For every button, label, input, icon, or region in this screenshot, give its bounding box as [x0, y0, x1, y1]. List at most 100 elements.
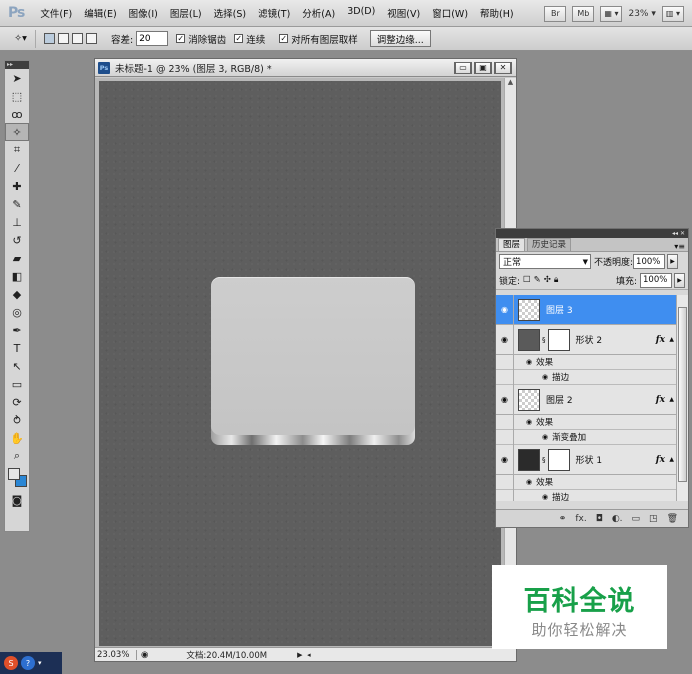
panel-menu-icon[interactable]: ▾≡	[674, 242, 688, 251]
hand-tool-icon[interactable]: ✋	[5, 429, 29, 447]
dodge-tool-icon[interactable]: ◎	[5, 303, 29, 321]
menu-image[interactable]: 图像(I)	[123, 6, 164, 20]
lock-transparency-icon[interactable]: ☐	[523, 275, 531, 285]
intersect-selection-icon[interactable]	[86, 33, 97, 44]
delete-layer-icon[interactable]: 🗑︎	[667, 514, 678, 524]
fill-input[interactable]: 100%	[640, 272, 672, 288]
effect-gradient-overlay-row[interactable]: ◉ 渐变叠加	[496, 429, 677, 445]
healing-brush-tool-icon[interactable]: ✚	[5, 177, 29, 195]
expand-effects-icon[interactable]: ▲	[669, 456, 674, 463]
status-info-icon[interactable]: ◉	[141, 650, 148, 660]
eye-icon[interactable]: ◉	[496, 324, 514, 355]
fill-slider-icon[interactable]: ▶	[674, 272, 685, 288]
effect-eye-cell[interactable]	[496, 414, 514, 430]
type-tool-icon[interactable]: T	[5, 339, 29, 357]
effect-stroke-row[interactable]: ◉ 描边	[496, 369, 677, 385]
effect-stroke-row[interactable]: ◉ 描边	[496, 489, 677, 501]
zoom-percentage[interactable]: 23.03%	[95, 649, 137, 660]
tool-preset-picker[interactable]: ✧▾	[6, 29, 36, 48]
menu-help[interactable]: 帮助(H)	[474, 6, 520, 20]
eye-icon[interactable]: ◉	[542, 433, 548, 441]
layer-row-shape1[interactable]: ◉ § 形状 1 fx ▲	[496, 444, 677, 475]
document-title-bar[interactable]: Ps 未标题-1 @ 23% (图层 3, RGB/8) * ▭ ▣ ✕	[95, 59, 516, 77]
menu-3d[interactable]: 3D(D)	[341, 6, 381, 20]
layer-row-shape2[interactable]: ◉ § 形状 2 fx ▲	[496, 324, 677, 355]
refine-edge-button[interactable]: 调整边缘...	[369, 30, 431, 47]
clone-stamp-tool-icon[interactable]: ⊥	[5, 213, 29, 231]
layer-row-layer3[interactable]: ◉ 图层 3	[496, 295, 677, 325]
menu-analysis[interactable]: 分析(A)	[296, 6, 341, 20]
status-menu-arrow-icon[interactable]: ▶	[297, 651, 307, 659]
panel-collapse-grip[interactable]: ◂◂ ✕	[496, 229, 688, 238]
opacity-input[interactable]: 100%	[633, 254, 666, 269]
fx-icon[interactable]: fx	[656, 335, 665, 345]
arrange-documents-button[interactable]: ▥ ▾	[661, 5, 684, 22]
add-layer-style-icon[interactable]: fx.	[575, 514, 586, 524]
3d-rotate-tool-icon[interactable]: ⟳	[5, 393, 29, 411]
path-selection-tool-icon[interactable]: ↖	[5, 357, 29, 375]
marquee-tool-icon[interactable]: ⬚	[5, 87, 29, 105]
eyedropper-tool-icon[interactable]: ⁄	[5, 159, 29, 177]
menu-edit[interactable]: 编辑(E)	[78, 6, 122, 20]
lock-position-icon[interactable]: ✣	[544, 275, 551, 285]
new-selection-icon[interactable]	[44, 33, 55, 44]
gradient-tool-icon[interactable]: ◧	[5, 267, 29, 285]
menu-file[interactable]: 文件(F)	[34, 6, 78, 20]
expand-effects-icon[interactable]: ▲	[669, 396, 674, 403]
eye-icon[interactable]: ◉	[496, 444, 514, 475]
move-tool-icon[interactable]: ➤	[5, 69, 29, 87]
fx-icon[interactable]: fx	[656, 395, 665, 405]
blend-mode-select[interactable]: 正常 ▼	[499, 254, 591, 269]
pen-tool-icon[interactable]: ✒	[5, 321, 29, 339]
eye-icon[interactable]: ◉	[542, 373, 548, 381]
close-button[interactable]: ✕	[494, 61, 512, 74]
tab-layers[interactable]: 图层	[498, 238, 526, 251]
foreground-color-swatch[interactable]	[8, 468, 20, 480]
bridge-button[interactable]: Br	[544, 5, 567, 22]
zoom-level-select[interactable]: 23% ▾	[628, 9, 655, 19]
lock-all-icon[interactable]: 🔒︎	[554, 275, 559, 285]
eye-icon[interactable]: ◉	[542, 493, 548, 501]
scrollbar-thumb[interactable]	[678, 307, 687, 482]
history-brush-tool-icon[interactable]: ↺	[5, 231, 29, 249]
magic-wand-tool-icon[interactable]: ✧	[5, 123, 29, 141]
minimize-button[interactable]: ▭	[454, 61, 472, 74]
3d-orbit-tool-icon[interactable]: ⥁	[5, 411, 29, 429]
antialias-checkbox[interactable]: ✓ 消除锯齿	[176, 32, 226, 46]
link-layers-icon[interactable]: ⚭	[559, 514, 567, 524]
scroll-left-icon[interactable]: ◂	[307, 651, 311, 659]
tab-history[interactable]: 历史记录	[527, 238, 572, 251]
subtract-selection-icon[interactable]	[72, 33, 83, 44]
brush-tool-icon[interactable]: ✎	[5, 195, 29, 213]
add-selection-icon[interactable]	[58, 33, 69, 44]
menu-view[interactable]: 视图(V)	[381, 6, 426, 20]
fx-icon[interactable]: fx	[656, 455, 665, 465]
sample-all-layers-checkbox[interactable]: ✓ 对所有图层取样	[279, 32, 358, 46]
effect-eye-cell[interactable]	[496, 354, 514, 370]
canvas[interactable]	[99, 81, 501, 646]
eye-icon[interactable]: ◉	[526, 358, 532, 366]
shape-tool-icon[interactable]: ▭	[5, 375, 29, 393]
help-icon[interactable]: ?	[21, 656, 35, 670]
minibridge-button[interactable]: Mb	[572, 5, 595, 22]
adjustment-layer-icon[interactable]: ◐.	[612, 514, 623, 524]
contiguous-checkbox[interactable]: ✓ 连续	[234, 32, 265, 46]
opacity-slider-icon[interactable]: ▶	[667, 254, 679, 269]
quick-mask-icon[interactable]: ◙	[5, 491, 29, 509]
effect-eye-cell[interactable]	[496, 429, 514, 445]
effect-eye-cell[interactable]	[496, 369, 514, 385]
blur-tool-icon[interactable]: ◆	[5, 285, 29, 303]
effects-row[interactable]: ◉ 效果	[496, 474, 677, 490]
effects-row[interactable]: ◉ 效果	[496, 414, 677, 430]
menu-window[interactable]: 窗口(W)	[426, 6, 474, 20]
add-mask-icon[interactable]: ◘	[596, 514, 603, 524]
menu-filter[interactable]: 滤镜(T)	[252, 6, 296, 20]
color-swatches[interactable]	[5, 465, 29, 491]
tools-panel-grip[interactable]: ▸▸	[5, 61, 29, 69]
eraser-tool-icon[interactable]: ▰	[5, 249, 29, 267]
effects-row[interactable]: ◉ 效果	[496, 354, 677, 370]
new-group-icon[interactable]: ▭	[632, 514, 641, 524]
effect-eye-cell[interactable]	[496, 474, 514, 490]
scroll-up-icon[interactable]: ▲	[505, 78, 516, 90]
taskbar-menu-icon[interactable]: ▾	[38, 659, 42, 667]
